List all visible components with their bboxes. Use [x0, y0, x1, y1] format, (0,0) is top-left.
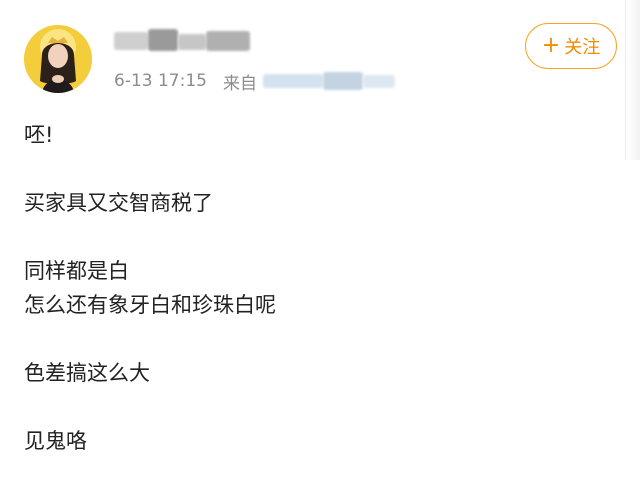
avatar-image — [24, 25, 92, 93]
follow-button[interactable]: + 关注 — [525, 23, 617, 69]
source-redacted[interactable] — [262, 72, 395, 90]
avatar[interactable] — [24, 25, 92, 93]
post-line: 怎么还有象牙白和珍珠白呢 — [24, 293, 276, 317]
username-redacted[interactable] — [114, 29, 250, 53]
post-line: 色差搞这么大 — [24, 361, 150, 385]
post-line: 呸! — [24, 123, 54, 147]
post-meta: 6-13 17:15 来自 — [114, 69, 395, 94]
post-timestamp: 6-13 17:15 — [114, 71, 207, 91]
post-body: 呸! 买家具又交智商税了 同样都是白 怎么还有象牙白和珍珠白呢 色差搞这么大 见… — [24, 118, 614, 458]
follow-label: 关注 — [564, 37, 601, 58]
post-line: 买家具又交智商税了 — [24, 191, 213, 215]
scroll-edge — [625, 0, 640, 160]
source-label: 来自 — [222, 73, 257, 94]
weibo-post-screen: 6-13 17:15 来自 + 关注 呸! 买家具又交智商税了 同样都是白 怎么… — [0, 0, 640, 501]
plus-icon: + — [541, 33, 561, 58]
post-line: 见鬼咯 — [24, 429, 87, 453]
post-line: 同样都是白 — [24, 259, 129, 283]
